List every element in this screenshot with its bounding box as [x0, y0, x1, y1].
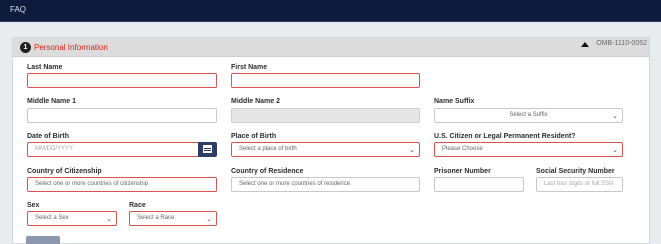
chevron-up-icon[interactable]	[581, 42, 589, 47]
name-suffix-label: Name Suffix	[434, 98, 475, 105]
middle-name-1-label: Middle Name 1	[27, 98, 77, 105]
name-suffix-select[interactable]: Select a Suffix ⌄	[434, 108, 623, 123]
race-label: Race	[129, 202, 146, 209]
country-citizenship-select[interactable]: Select one or more countries of citizens…	[27, 177, 217, 192]
calendar-icon	[203, 145, 212, 153]
middle-name-1-input[interactable]	[27, 108, 217, 123]
partial-button[interactable]	[26, 236, 60, 244]
us-citizen-value: Please Choose	[442, 146, 483, 152]
panel-header[interactable]: 1 Personal Information OMB-1110-0052	[13, 38, 649, 57]
sex-label: Sex	[27, 202, 40, 209]
first-name-label: First Name	[231, 64, 268, 71]
ssn-label: Social Security Number	[536, 168, 615, 175]
sex-value: Select a Sex	[35, 215, 69, 221]
chevron-down-icon: ⌄	[206, 216, 212, 223]
name-suffix-value: Select a Suffix	[509, 112, 548, 118]
nav-faq-link[interactable]: FAQ	[10, 5, 26, 14]
chevron-down-icon: ⌄	[612, 113, 618, 120]
section-title: Personal Information	[34, 43, 108, 52]
us-citizen-select[interactable]: Please Choose ⌄	[434, 142, 623, 157]
first-name-input[interactable]	[231, 73, 420, 88]
section-number-badge: 1	[20, 42, 31, 53]
dob-input[interactable]: MM/DD/YYYY	[27, 142, 199, 157]
prisoner-number-input[interactable]	[434, 177, 524, 192]
calendar-button[interactable]	[198, 142, 217, 157]
ssn-input[interactable]: Last four digits or full SSN	[536, 177, 623, 192]
race-select[interactable]: Select a Race ⌄	[129, 211, 217, 226]
chevron-down-icon: ⌄	[612, 147, 618, 154]
race-value: Select a Race	[137, 215, 175, 221]
top-navbar: FAQ	[0, 0, 661, 22]
country-citizenship-label: Country of Citizenship	[27, 168, 102, 175]
middle-name-2-input	[231, 108, 420, 123]
country-residence-label: Country of Residence	[231, 168, 304, 175]
middle-name-2-label: Middle Name 2	[231, 98, 281, 105]
place-of-birth-select[interactable]: Select a place of birth ⌄	[231, 142, 420, 157]
prisoner-number-label: Prisoner Number	[434, 168, 491, 175]
country-residence-select[interactable]: Select one or more countries of residenc…	[231, 177, 420, 192]
us-citizen-label: U.S. Citizen or Legal Permanent Resident…	[434, 133, 576, 140]
sex-select[interactable]: Select a Sex ⌄	[27, 211, 117, 226]
chevron-down-icon: ⌄	[409, 147, 415, 154]
last-name-label: Last Name	[27, 64, 63, 71]
dob-label: Date of Birth	[27, 133, 69, 140]
place-of-birth-value: Select a place of birth	[239, 146, 297, 152]
last-name-input[interactable]	[27, 73, 217, 88]
omb-number: OMB-1110-0052	[596, 40, 647, 47]
chevron-down-icon: ⌄	[106, 216, 112, 223]
place-of-birth-label: Place of Birth	[231, 133, 277, 140]
